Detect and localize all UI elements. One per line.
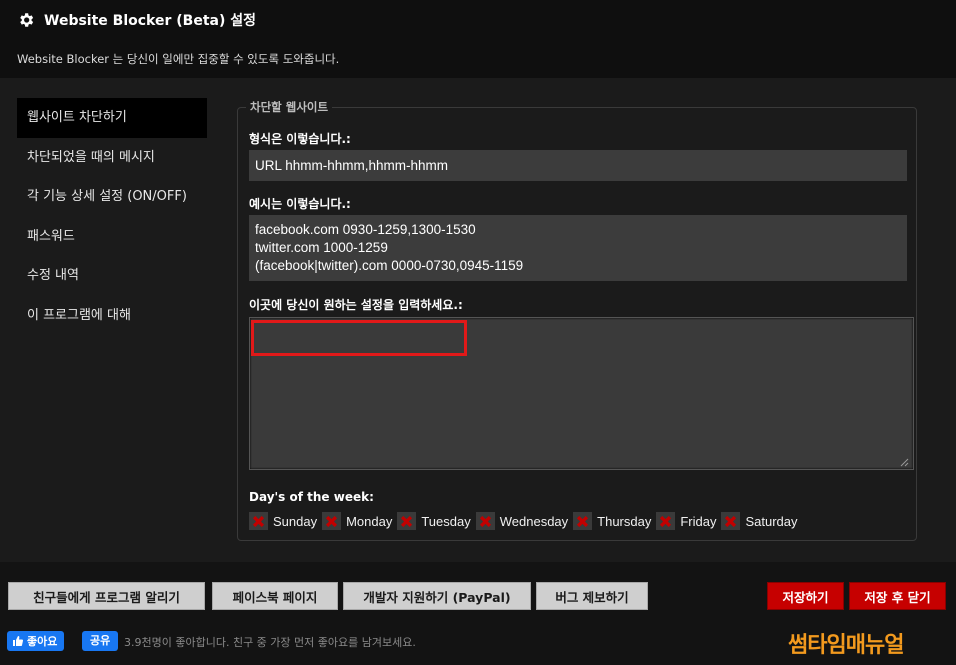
title-row: Website Blocker (Beta) 설정 (17, 10, 256, 30)
facebook-page-button[interactable]: 페이스북 페이지 (212, 582, 338, 610)
x-mark-icon (253, 515, 264, 527)
header: Website Blocker (Beta) 설정 Website Blocke… (0, 0, 956, 78)
facebook-share-button[interactable]: 공유 (82, 631, 119, 651)
sidebar-item-feature-settings[interactable]: 각 기능 상세 설정 (ON/OFF) (17, 177, 207, 217)
sidebar: 웹사이트 차단하기 차단되었을 때의 메시지 각 기능 상세 설정 (ON/OF… (17, 98, 207, 335)
format-example-box: URL hhmm-hhmm,hhmm-hhmm (249, 150, 907, 181)
x-mark-icon (725, 515, 737, 527)
day-label: Saturday (745, 513, 798, 529)
format-label: 형식은 이렇습니다.: (249, 132, 351, 146)
sidebar-item-about[interactable]: 이 프로그램에 대해 (17, 296, 207, 336)
sidebar-item-block-websites[interactable]: 웹사이트 차단하기 (17, 98, 207, 138)
days-label: Day's of the week: (249, 490, 374, 504)
facebook-like-button[interactable]: 좋아요 (7, 631, 65, 651)
panel-legend: 차단할 웹사이트 (246, 99, 333, 115)
gear-icon (20, 13, 34, 27)
checkbox-saturday[interactable] (721, 512, 741, 530)
tell-friends-button[interactable]: 친구들에게 프로그램 알리기 (8, 582, 205, 610)
day-thursday: Thursday (573, 512, 651, 530)
x-mark-icon (326, 515, 338, 527)
x-mark-icon (660, 515, 672, 527)
facebook-like-label: 좋아요 (27, 635, 58, 648)
input-label: 이곳에 당신이 원하는 설정을 입력하세요.: (249, 298, 463, 312)
report-bug-button[interactable]: 버그 제보하기 (536, 582, 648, 610)
checkbox-sunday[interactable] (249, 512, 268, 530)
support-developer-button[interactable]: 개발자 지원하기 (PayPal) (343, 582, 531, 610)
window-title: Website Blocker (Beta) 설정 (44, 13, 256, 29)
sidebar-item-changelog[interactable]: 수정 내역 (17, 256, 207, 296)
days-row: Sunday Monday Tuesday Wednesday Thursday… (249, 512, 803, 530)
day-tuesday: Tuesday (397, 512, 471, 530)
day-label: Tuesday (421, 513, 471, 529)
resize-grip-icon[interactable] (900, 458, 909, 467)
facebook-like-count-text: 3.9천명이 좋아합니다. 친구 중 가장 먼저 좋아요를 남겨보세요. (124, 636, 416, 649)
example-label: 예시는 이렇습니다.: (249, 197, 351, 211)
x-mark-icon (401, 515, 413, 527)
save-button[interactable]: 저장하기 (767, 582, 844, 610)
day-label: Thursday (597, 513, 652, 529)
day-wednesday: Wednesday (475, 512, 569, 530)
highlight-box (251, 320, 467, 356)
x-mark-icon (479, 515, 491, 527)
day-label: Friday (680, 513, 717, 529)
day-label: Sunday (273, 513, 318, 529)
day-label: Wednesday (499, 513, 569, 529)
day-saturday: Saturday (721, 512, 798, 530)
example-box: facebook.com 0930-1259,1300-1530 twitter… (249, 215, 907, 281)
day-monday: Monday (322, 512, 392, 530)
footer: 친구들에게 프로그램 알리기 페이스북 페이지 개발자 지원하기 (PayPal… (0, 562, 956, 665)
checkbox-monday[interactable] (322, 512, 342, 530)
day-friday: Friday (656, 512, 716, 530)
checkbox-thursday[interactable] (573, 512, 593, 530)
save-and-close-button[interactable]: 저장 후 닫기 (849, 582, 946, 610)
checkbox-tuesday[interactable] (397, 512, 417, 530)
checkbox-friday[interactable] (656, 512, 676, 530)
example-line: (facebook|twitter).com 0000-0730,0945-11… (255, 258, 524, 273)
sidebar-item-blocked-message[interactable]: 차단되었을 때의 메시지 (17, 138, 207, 178)
day-sunday: Sunday (249, 512, 317, 530)
example-line: facebook.com 0930-1259,1300-1530 (255, 222, 476, 237)
checkbox-wednesday[interactable] (475, 512, 495, 530)
window-subtitle: Website Blocker 는 당신이 일에만 집중할 수 있도록 도와줍니… (17, 52, 340, 66)
day-label: Monday (346, 513, 393, 529)
example-line: twitter.com 1000-1259 (255, 240, 388, 255)
watermark: 썸타임매뉴얼 (788, 633, 904, 658)
thumbs-up-icon (13, 636, 24, 646)
blocked-sites-panel: 차단할 웹사이트 형식은 이렇습니다.: URL hhmm-hhmm,hhmm-… (237, 99, 917, 541)
sidebar-item-password[interactable]: 패스워드 (17, 217, 207, 257)
x-mark-icon (577, 515, 589, 527)
